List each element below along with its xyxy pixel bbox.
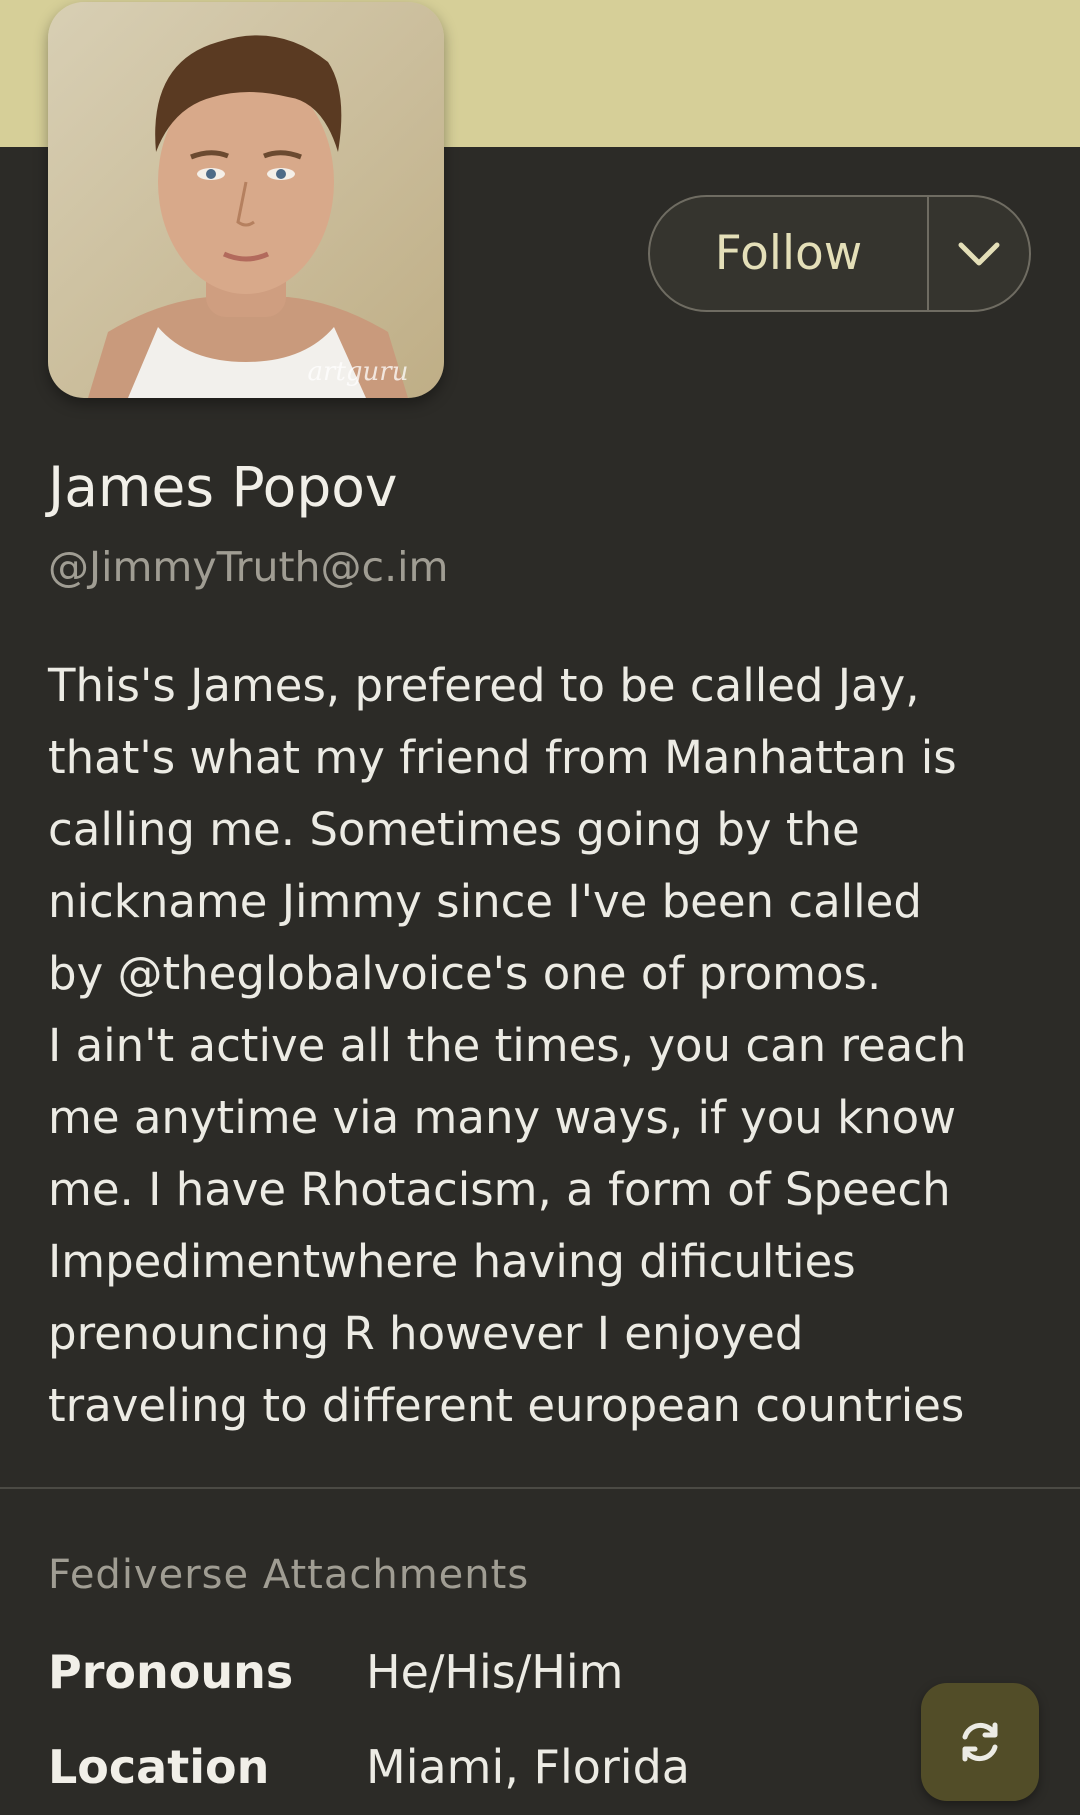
avatar-portrait-image: artguru — [48, 2, 444, 398]
refresh-icon — [962, 1722, 998, 1762]
attachments-section-title: Fediverse Attachments — [48, 1552, 530, 1598]
bio-line-with-mention[interactable]: by @theglobalvoice's one of promos. — [48, 938, 1048, 1010]
bio-line: This's James, prefered to be called Jay, — [48, 659, 920, 712]
refresh-button[interactable] — [921, 1683, 1039, 1801]
field-label: Pronouns — [48, 1645, 294, 1699]
bio-line: calling me. Sometimes going by the — [48, 803, 860, 856]
follow-button[interactable]: Follow — [650, 197, 929, 310]
bio-line: that's what my friend from Manhattan is — [48, 731, 957, 784]
follow-button-group: Follow — [648, 195, 1031, 312]
bio-line: me anytime via many ways, if you know — [48, 1091, 957, 1144]
field-label: Location — [48, 1740, 270, 1794]
bio-line: I ain't active all the times, you can re… — [48, 1019, 967, 1072]
section-divider — [0, 1487, 1080, 1489]
bio-line: Impedimentwhere having dificulties — [48, 1235, 856, 1288]
field-value: Miami, Florida — [366, 1740, 690, 1794]
field-value: He/His/Him — [366, 1645, 624, 1699]
bio-line: me. I have Rhotacism, a form of Speech — [48, 1163, 951, 1216]
bio-line: prenouncing R however I enjoyed — [48, 1307, 804, 1360]
attachment-field-location: Location Miami, Florida — [48, 1740, 690, 1794]
follow-options-button[interactable] — [929, 197, 1029, 310]
follow-button-label: Follow — [714, 226, 863, 281]
bio-line: nickname Jimmy since I've been called — [48, 875, 922, 928]
avatar-watermark: artguru — [308, 357, 409, 387]
profile-bio: This's James, prefered to be called Jay,… — [48, 650, 1048, 1442]
profile-avatar[interactable]: artguru — [48, 2, 444, 398]
profile-handle: @JimmyTruth@c.im — [48, 543, 449, 591]
profile-display-name: James Popov — [48, 455, 398, 519]
chevron-down-icon — [958, 242, 1000, 265]
bio-line: traveling to different european countrie… — [48, 1379, 965, 1432]
attachment-field-pronouns: Pronouns He/His/Him — [48, 1645, 623, 1699]
